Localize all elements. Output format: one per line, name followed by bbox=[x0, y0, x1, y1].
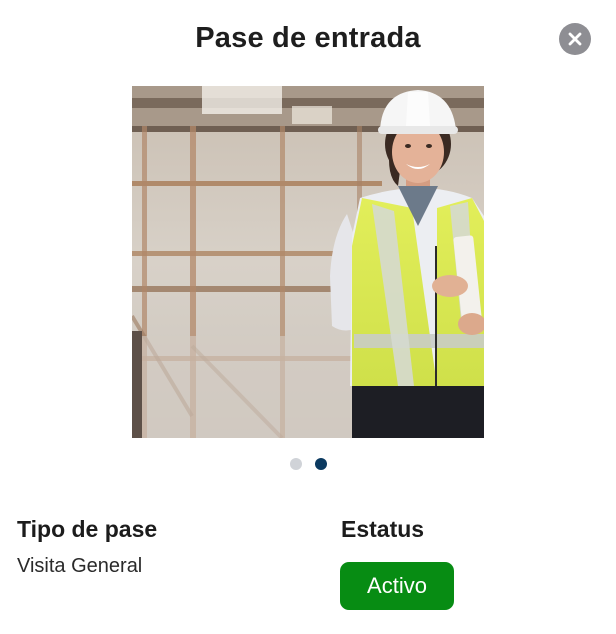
close-button[interactable] bbox=[559, 23, 591, 55]
pass-type-value: Visita General bbox=[17, 555, 143, 577]
page-title: Pase de entrada bbox=[195, 22, 421, 54]
close-icon bbox=[568, 32, 582, 46]
pager-dot-1[interactable] bbox=[289, 458, 302, 470]
pass-type-label: Tipo de pase bbox=[17, 516, 158, 542]
status-label: Estatus bbox=[341, 516, 425, 542]
carousel-pager bbox=[0, 458, 616, 470]
pager-dot-2[interactable] bbox=[314, 458, 327, 470]
pass-photo bbox=[132, 86, 484, 438]
status-badge: Activo bbox=[340, 562, 454, 610]
